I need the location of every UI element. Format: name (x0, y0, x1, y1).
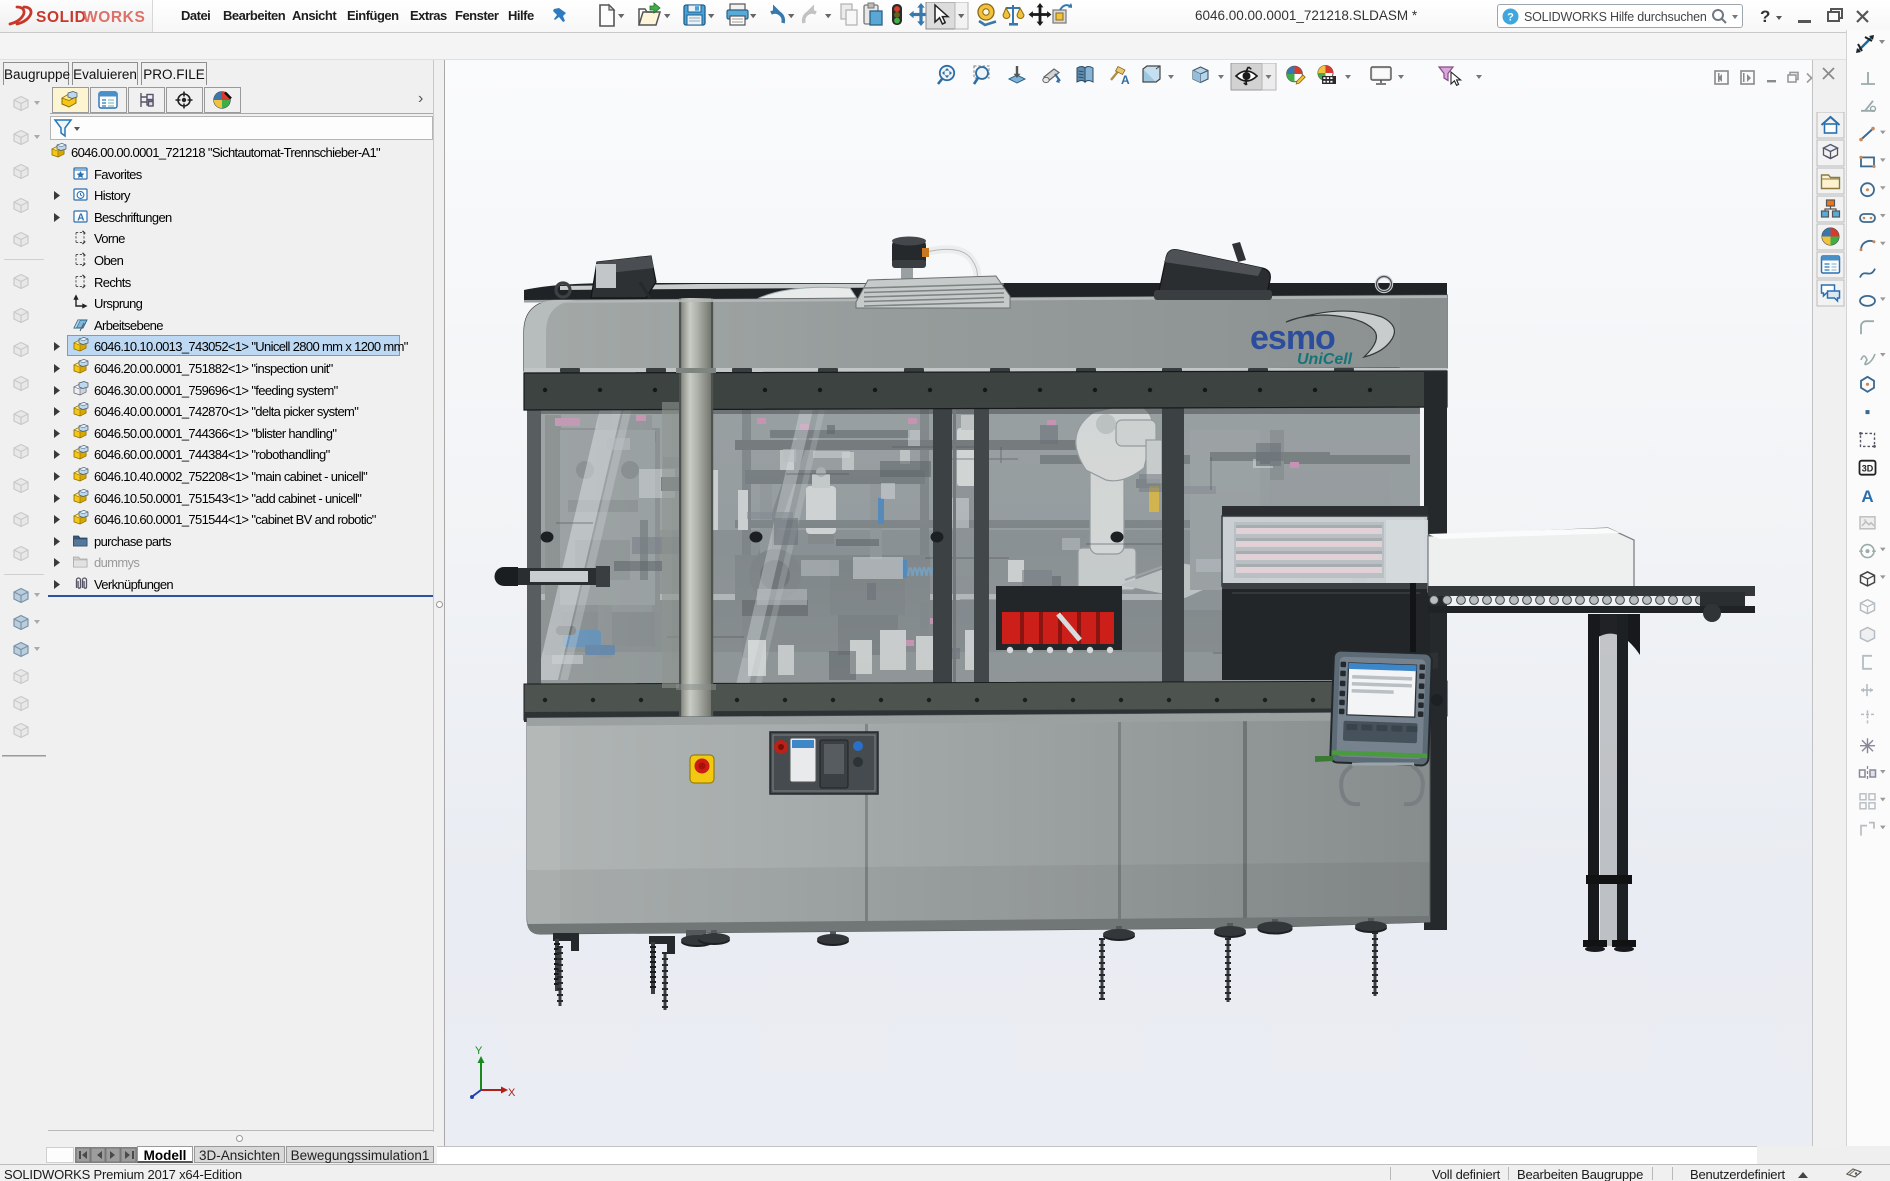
svg-text:UniCell: UniCell (1297, 351, 1353, 368)
svg-text:A: A (1121, 73, 1130, 87)
svg-text:A: A (77, 212, 84, 223)
svg-text:A: A (1861, 487, 1873, 506)
svg-text:SOLID: SOLID (36, 9, 86, 26)
svg-text:?: ? (1507, 12, 1514, 24)
svg-text:X: X (508, 1087, 516, 1099)
svg-text:?: ? (1760, 7, 1770, 26)
svg-text:WORKS: WORKS (83, 9, 145, 26)
svg-text:Y: Y (475, 1045, 483, 1057)
svg-text:3D: 3D (1862, 464, 1874, 474)
